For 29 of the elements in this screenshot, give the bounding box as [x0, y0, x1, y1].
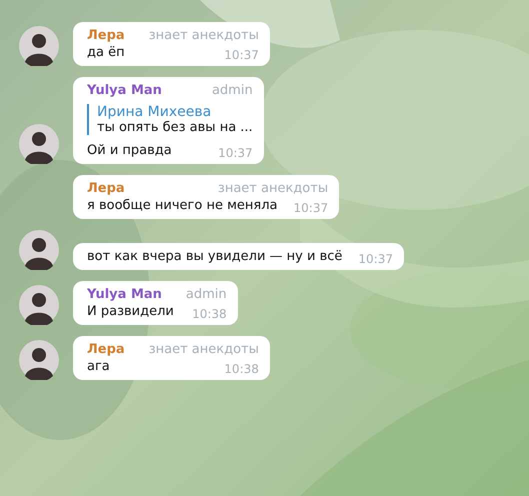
message-text: ага [87, 359, 110, 374]
message-time: 10:38 [192, 307, 227, 321]
message-text: вот как вчера вы увидели — ну и всё [87, 249, 342, 264]
sender-name: Yulya Man [87, 287, 162, 302]
member-role: admin [212, 83, 253, 98]
avatar[interactable] [19, 340, 59, 380]
member-role: знает анекдоты [148, 342, 259, 357]
avatar[interactable] [19, 285, 59, 325]
message-time: 10:37 [294, 201, 328, 215]
message-text: И развидели [87, 304, 174, 319]
message-time: 10:37 [218, 146, 253, 160]
message-time: 10:37 [224, 48, 259, 62]
reply-text: ты опять без авы на ... [97, 120, 253, 135]
reply-author: Ирина Михеева [97, 104, 212, 120]
message-text: я вообще ничего не меняла [87, 198, 278, 213]
sender-name: Yulya Man [87, 83, 162, 98]
member-role: знает анекдоты [218, 181, 328, 196]
member-role: знает анекдоты [148, 28, 259, 43]
sender-name: Лера [87, 28, 125, 43]
message-time: 10:37 [358, 252, 393, 266]
message-time: 10:38 [224, 362, 259, 376]
avatar[interactable] [19, 124, 59, 164]
member-role: admin [186, 287, 227, 302]
message-text: Ой и правда [87, 143, 172, 158]
sender-name: Лера [87, 181, 125, 196]
message-text: да ёп [87, 45, 125, 60]
sender-name: Лера [87, 342, 125, 357]
avatar[interactable] [19, 26, 59, 66]
avatar[interactable] [19, 230, 59, 270]
